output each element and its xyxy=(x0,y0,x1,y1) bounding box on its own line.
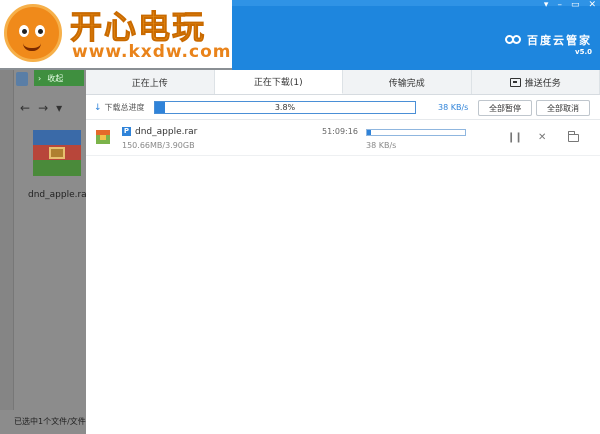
forward-arrow-icon[interactable]: → xyxy=(38,101,48,115)
summary-label-text: 下载总进度 xyxy=(104,103,145,112)
window-controls: ▾ – ▭ ✕ xyxy=(544,0,596,10)
download-time-left: 51:09:16 xyxy=(322,127,358,136)
collapse-button[interactable]: › 收起 xyxy=(34,70,84,86)
folder-icon[interactable] xyxy=(568,131,579,142)
cloud-logo-icon xyxy=(505,33,523,47)
total-progress-bar: 3.8% xyxy=(154,101,416,114)
download-speed: 38 KB/s xyxy=(366,141,397,150)
download-row[interactable]: P dnd_apple.rar 150.66MB/3.90GB 51:09:16… xyxy=(86,122,600,156)
tab-label: 正在下载(1) xyxy=(253,78,303,88)
download-progress-fill xyxy=(367,130,371,135)
summary-label: ↓ 下载总进度 xyxy=(94,102,145,113)
tab-completed[interactable]: 传输完成 xyxy=(343,70,472,94)
explorer-nav: ← → ▾ xyxy=(14,96,86,120)
collapse-label: 收起 xyxy=(47,73,64,83)
tab-downloading[interactable]: 正在下载(1) xyxy=(214,70,343,94)
total-progress-text: 3.8% xyxy=(274,103,296,112)
minimize-icon[interactable]: – xyxy=(557,0,562,10)
brand: 百度云管家 v5.0 xyxy=(505,32,592,56)
download-progress-bar xyxy=(366,129,466,136)
cancel-all-button[interactable]: 全部取消 xyxy=(536,100,590,116)
brand-version: v5.0 xyxy=(575,48,592,56)
winrar-archive-icon xyxy=(33,130,81,176)
tab-push-tasks[interactable]: 推送任务 xyxy=(472,70,600,94)
archive-file-icon xyxy=(96,130,110,144)
tab-label: 正在上传 xyxy=(131,78,168,89)
shield-icon xyxy=(16,72,28,86)
delete-icon[interactable]: ✕ xyxy=(538,132,546,143)
maximize-icon[interactable]: ▭ xyxy=(571,0,580,10)
back-arrow-icon[interactable]: ← xyxy=(20,101,30,115)
dropdown-icon[interactable]: ▾ xyxy=(56,101,62,115)
tab-label: 传输完成 xyxy=(388,78,425,89)
download-file-size: 150.66MB/3.90GB xyxy=(122,141,195,150)
menu-icon[interactable]: ▾ xyxy=(544,0,549,10)
explorer-file-name: dnd_apple.rar xyxy=(28,190,86,200)
total-speed: 38 KB/s xyxy=(438,103,469,112)
push-icon xyxy=(509,77,521,87)
mascot-face-icon xyxy=(4,4,62,62)
watermark-url: www.kxdw.com xyxy=(72,42,232,62)
explorer-sidebar xyxy=(0,70,14,410)
close-icon[interactable]: ✕ xyxy=(588,0,596,10)
app-header: ▾ – ▭ ✕ 百度云管家 v5.0 xyxy=(232,0,600,70)
transfer-panel: 正在上传 正在下载(1) 传输完成 推送任务 ↓ 下载总进度 3.8% 38 K… xyxy=(86,70,600,434)
brand-name: 百度云管家 xyxy=(527,34,592,47)
tab-uploading[interactable]: 正在上传 xyxy=(86,70,215,94)
download-file-name: dnd_apple.rar xyxy=(135,127,198,137)
download-summary: ↓ 下载总进度 3.8% 38 KB/s 全部暂停 全部取消 xyxy=(86,96,600,120)
watermark-logo: 开心电玩 www.kxdw.com xyxy=(0,0,238,68)
download-arrow-icon: ↓ xyxy=(94,102,102,113)
explorer-status-text: 已选中1个文件/文件 xyxy=(14,417,86,426)
tab-label: 推送任务 xyxy=(524,78,561,89)
p-badge-icon: P xyxy=(122,127,131,136)
chevron-right-icon: › xyxy=(38,73,42,83)
pause-all-button[interactable]: 全部暂停 xyxy=(478,100,532,116)
explorer-file-item[interactable]: dnd_apple.rar xyxy=(28,130,86,200)
pause-icon[interactable]: ❙❙ xyxy=(507,132,523,143)
transfer-tabs: 正在上传 正在下载(1) 传输完成 推送任务 xyxy=(86,70,600,95)
